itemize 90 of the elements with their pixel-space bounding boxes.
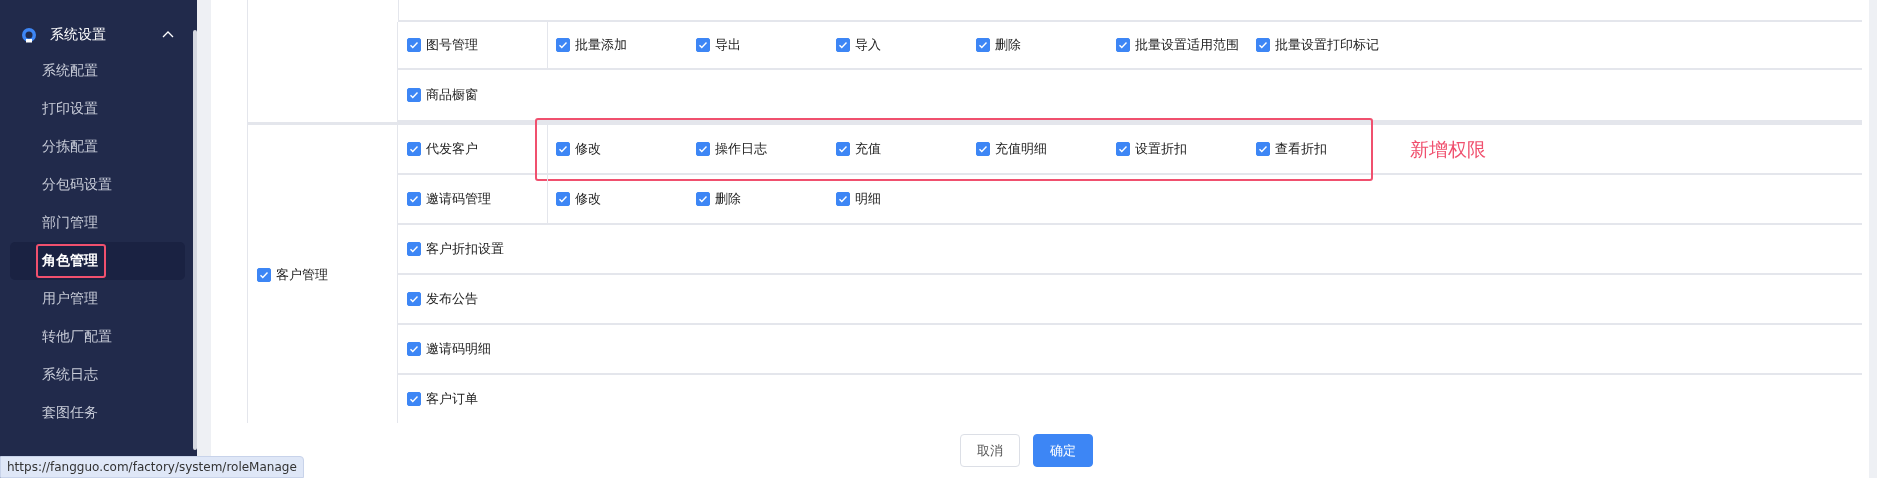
action-checkbox[interactable]: 批量添加 [556,36,628,54]
action-checkbox[interactable]: 导出 [696,36,742,54]
check-icon [978,144,989,154]
action-checkbox[interactable]: 批量设置适用范围 [1116,36,1240,54]
check-icon [558,144,569,154]
checkbox[interactable] [696,38,711,52]
sidebar-item[interactable]: 角色管理 [10,242,186,280]
permission-checkbox[interactable]: 客户折扣设置 [407,240,505,258]
check-icon [1258,144,1269,154]
permission-checkbox[interactable]: 图号管理 [407,36,479,54]
action-checkbox[interactable]: 查看折扣 [1256,140,1328,158]
checkbox[interactable] [556,38,571,52]
action-checkbox[interactable]: 操作日志 [696,140,768,158]
action-checkbox[interactable]: 导入 [836,36,882,54]
checkbox[interactable] [407,392,422,406]
check-icon [838,40,849,50]
action-checkbox[interactable]: 充值明细 [976,140,1048,158]
check-icon [409,394,420,404]
checkbox[interactable] [836,142,851,156]
checkbox[interactable] [836,38,851,52]
check-icon [558,40,569,50]
check-icon [409,194,420,204]
lifebuoy-icon [20,26,38,44]
check-icon [698,144,709,154]
sidebar-item[interactable]: 转他厂配置 [10,318,186,356]
annotation-label: 新增权限 [1410,137,1487,162]
confirm-button[interactable]: 确定 [1033,434,1094,467]
sidebar-item[interactable]: 分拣配置 [10,128,186,166]
action-checkbox[interactable]: 充值 [836,140,882,158]
cancel-button[interactable]: 取消 [960,434,1021,467]
checkbox[interactable] [556,142,571,156]
permission-checkbox[interactable]: 代发客户 [407,140,479,158]
checkbox[interactable] [257,268,272,282]
check-icon [409,344,420,354]
checkbox[interactable] [1256,38,1271,52]
checkbox[interactable] [407,242,422,256]
checkbox[interactable] [407,292,422,306]
checkbox[interactable] [407,342,422,356]
status-url: https://fangguo.com/factory/system/roleManage [0,456,304,478]
permission-checkbox[interactable]: 发布公告 [407,290,479,308]
check-icon [698,40,709,50]
check-icon [409,90,420,100]
check-icon [838,144,849,154]
checkbox[interactable] [836,192,851,206]
checkbox[interactable] [1116,38,1131,52]
sidebar-section[interactable]: 系统设置 [0,18,198,52]
action-checkbox[interactable]: 明细 [836,190,882,208]
permission-checkbox[interactable]: 邀请码管理 [407,190,492,208]
check-icon [259,270,270,280]
checkbox[interactable] [407,192,422,206]
action-checkbox[interactable]: 修改 [556,190,602,208]
permission-checkbox[interactable]: 商品橱窗 [407,86,479,104]
group-checkbox[interactable]: 客户管理 [257,266,329,284]
check-icon [409,244,420,254]
scrollbar[interactable] [193,30,198,450]
action-checkbox[interactable]: 删除 [696,190,742,208]
check-icon [1118,40,1129,50]
action-checkbox[interactable]: 删除 [976,36,1022,54]
checkbox[interactable] [976,38,991,52]
check-icon [558,194,569,204]
sidebar-item[interactable]: 部门管理 [10,204,186,242]
section-label: 系统设置 [50,26,107,44]
action-checkbox[interactable]: 设置折扣 [1116,140,1188,158]
sidebar-item[interactable]: 套图任务 [10,394,186,432]
sidebar-item[interactable]: 用户管理 [10,280,186,318]
check-icon [409,40,420,50]
checkbox[interactable] [1256,142,1271,156]
sidebar-item[interactable]: 打印设置 [10,90,186,128]
permission-checkbox[interactable]: 邀请码明细 [407,340,492,358]
sidebar-item[interactable]: 分包码设置 [10,166,186,204]
action-checkbox[interactable]: 修改 [556,140,602,158]
permission-checkbox[interactable]: 客户订单 [407,390,479,408]
checkbox[interactable] [696,192,711,206]
checkbox[interactable] [976,142,991,156]
check-icon [409,144,420,154]
check-icon [838,194,849,204]
check-icon [1118,144,1129,154]
check-icon [1258,40,1269,50]
checkbox[interactable] [407,142,422,156]
checkbox[interactable] [556,192,571,206]
checkbox[interactable] [1116,142,1131,156]
check-icon [978,40,989,50]
sidebar-item[interactable]: 系统配置 [10,52,186,90]
checkbox[interactable] [407,38,422,52]
check-icon [698,194,709,204]
sidebar-item[interactable]: 系统日志 [10,356,186,394]
checkbox[interactable] [407,88,422,102]
action-checkbox[interactable]: 批量设置打印标记 [1256,36,1380,54]
checkbox[interactable] [696,142,711,156]
check-icon [409,294,420,304]
